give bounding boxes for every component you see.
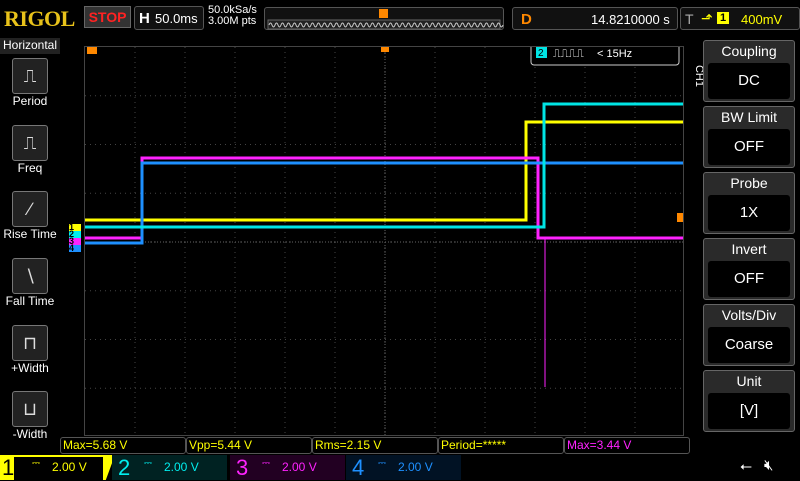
trigger-level: 400mV	[741, 12, 783, 27]
trigger-box[interactable]: T ⬏ 1 400mV	[680, 7, 800, 30]
ch3-tab[interactable]: 3 ⎓ 2.00 V	[230, 455, 345, 480]
freq-counter-icon: ⎍⎍⎍⎍	[553, 48, 584, 60]
measure-neg-width[interactable]: ⊔ -Width	[0, 391, 60, 441]
measurement-bar: Max=5.68 V Vpp=5.44 V Rms=2.15 V Period=…	[60, 437, 690, 454]
h-label: H	[139, 10, 150, 27]
run-stop-status[interactable]: STOP	[84, 6, 131, 28]
trigger-marker-left	[87, 47, 97, 54]
measurement-item[interactable]: Period=*****	[438, 437, 564, 454]
timebase-value: 50.0ms	[155, 11, 198, 26]
measure-freq[interactable]: ⎍ Freq	[0, 125, 60, 175]
acquisition-info: 50.0kSa/s 3.00M pts	[208, 5, 257, 27]
rising-edge-icon: ⬏	[701, 10, 713, 26]
trigger-level-marker	[677, 213, 683, 222]
menu-title: Horizontal	[0, 38, 60, 54]
volts-div-button[interactable]: Volts/Div Coarse	[703, 304, 795, 366]
trigger-label: T	[685, 11, 694, 27]
timebase-box[interactable]: H 50.0ms	[134, 6, 204, 30]
freq-icon: ⎍	[12, 125, 48, 161]
rise-time-icon: ∕	[12, 191, 48, 227]
trigger-source: 1	[717, 12, 730, 24]
probe-button[interactable]: Probe◀1X	[703, 172, 795, 234]
ch2-tab[interactable]: 2 ⎓ 2.00 V	[112, 455, 227, 480]
ch1-tab[interactable]: 1 ⎓ 2.00 V	[0, 455, 115, 480]
pos-width-icon: ⊓	[12, 325, 48, 361]
bw-limit-button[interactable]: BW Limit OFF	[703, 106, 795, 168]
coupling-button[interactable]: Coupling◀DC	[703, 40, 795, 102]
measurement-item[interactable]: Max=5.68 V	[60, 437, 186, 454]
memory-position-bar[interactable]	[264, 7, 504, 30]
measurement-item[interactable]: Rms=2.15 V	[312, 437, 438, 454]
trigger-position-marker	[379, 9, 388, 18]
channel-offset-markers[interactable]: 1 2 3 4	[69, 223, 81, 254]
neg-width-icon: ⊔	[12, 391, 48, 427]
invert-button[interactable]: Invert OFF	[703, 238, 795, 300]
period-icon: ⎍	[12, 58, 48, 94]
ch4-marker: 4	[69, 244, 81, 253]
waveform-display[interactable]: 2 ⎍⎍⎍⎍ < 15Hz	[84, 46, 684, 436]
channel-bar: 1 ⎓ 2.00 V 2 ⎓ 2.00 V 3 ⎓ 2.00 V 4 ⎓ 2.00 V ⭠ 🔇︎	[0, 455, 800, 480]
usb-icon: ⭠	[740, 458, 753, 475]
freq-counter-value: < 15Hz	[597, 48, 632, 60]
memory-depth: 3.00M pts	[208, 15, 257, 27]
measurement-item[interactable]: Vpp=5.44 V	[186, 437, 312, 454]
measure-pos-width[interactable]: ⊓ +Width	[0, 325, 60, 375]
delay-value: 14.8210000 s	[591, 12, 670, 27]
waveform-overview-icon	[267, 9, 504, 30]
measure-fall-time[interactable]: ∖ Fall Time	[0, 258, 60, 308]
trigger-time-marker	[381, 47, 389, 52]
delay-label: D	[521, 11, 532, 28]
measure-rise-time[interactable]: ∕ Rise Time	[0, 191, 60, 241]
freq-counter-channel: 2	[538, 48, 544, 59]
speaker-muted-icon[interactable]: 🔇︎	[764, 457, 773, 474]
unit-button[interactable]: Unit◀[V]	[703, 370, 795, 432]
measure-period[interactable]: ⎍ Period	[0, 58, 60, 108]
ch4-tab[interactable]: 4 ⎓ 2.00 V	[346, 455, 461, 480]
delay-box[interactable]: D 14.8210000 s	[512, 7, 678, 30]
measurement-item[interactable]: Max=3.44 V	[564, 437, 690, 454]
fall-time-icon: ∖	[12, 258, 48, 294]
rigol-logo: RIGOL	[4, 6, 75, 31]
